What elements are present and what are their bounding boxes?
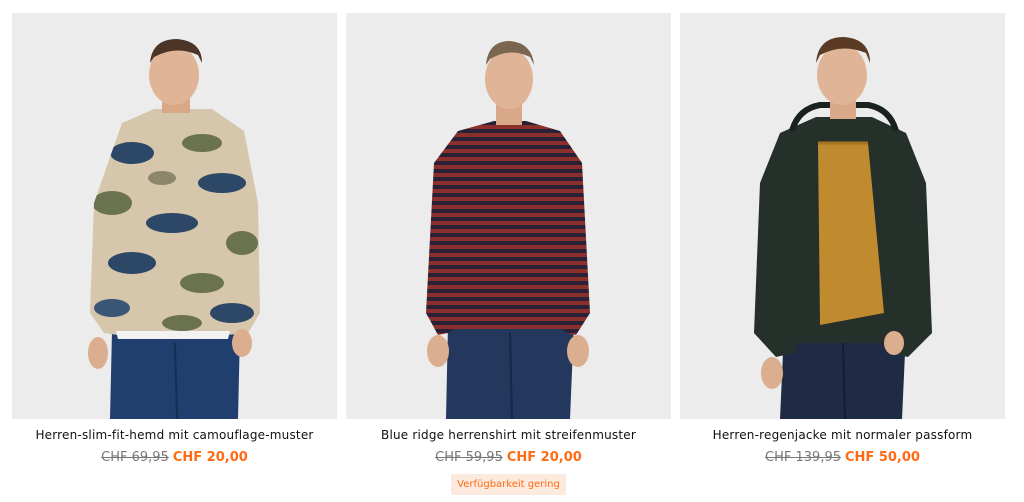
model-photo-striped-shirt: [426, 41, 590, 419]
product-grid: Herren-slim-fit-hemd mit camouflage-must…: [12, 13, 1012, 495]
product-price: CHF 59,95 CHF 20,00: [346, 450, 671, 465]
product-name[interactable]: Herren-slim-fit-hemd mit camouflage-must…: [12, 428, 337, 442]
product-price: CHF 69,95 CHF 20,00: [12, 450, 337, 465]
product-price: CHF 139,95 CHF 50,00: [680, 450, 1005, 465]
model-photo-camo-shirt: [88, 39, 260, 419]
model-photo-rain-jacket: [754, 37, 932, 419]
product-card[interactable]: Herren-regenjacke mit normaler passform …: [680, 13, 1005, 493]
sale-price: CHF 20,00: [506, 450, 582, 465]
product-name[interactable]: Blue ridge herrenshirt mit streifenmuste…: [346, 428, 671, 442]
product-image[interactable]: [680, 13, 1005, 419]
sale-price: CHF 50,00: [845, 450, 920, 465]
availability-badge: Verfügbarkeit gering: [451, 474, 566, 495]
original-price: CHF 59,95: [435, 450, 503, 465]
product-image[interactable]: [12, 13, 337, 419]
original-price: CHF 139,95: [765, 450, 841, 465]
product-card[interactable]: Herren-slim-fit-hemd mit camouflage-must…: [12, 13, 337, 493]
product-card[interactable]: Blue ridge herrenshirt mit streifenmuste…: [346, 13, 671, 495]
product-name[interactable]: Herren-regenjacke mit normaler passform: [680, 428, 1005, 442]
original-price: CHF 69,95: [101, 450, 169, 465]
sale-price: CHF 20,00: [172, 450, 248, 465]
product-image[interactable]: [346, 13, 671, 419]
